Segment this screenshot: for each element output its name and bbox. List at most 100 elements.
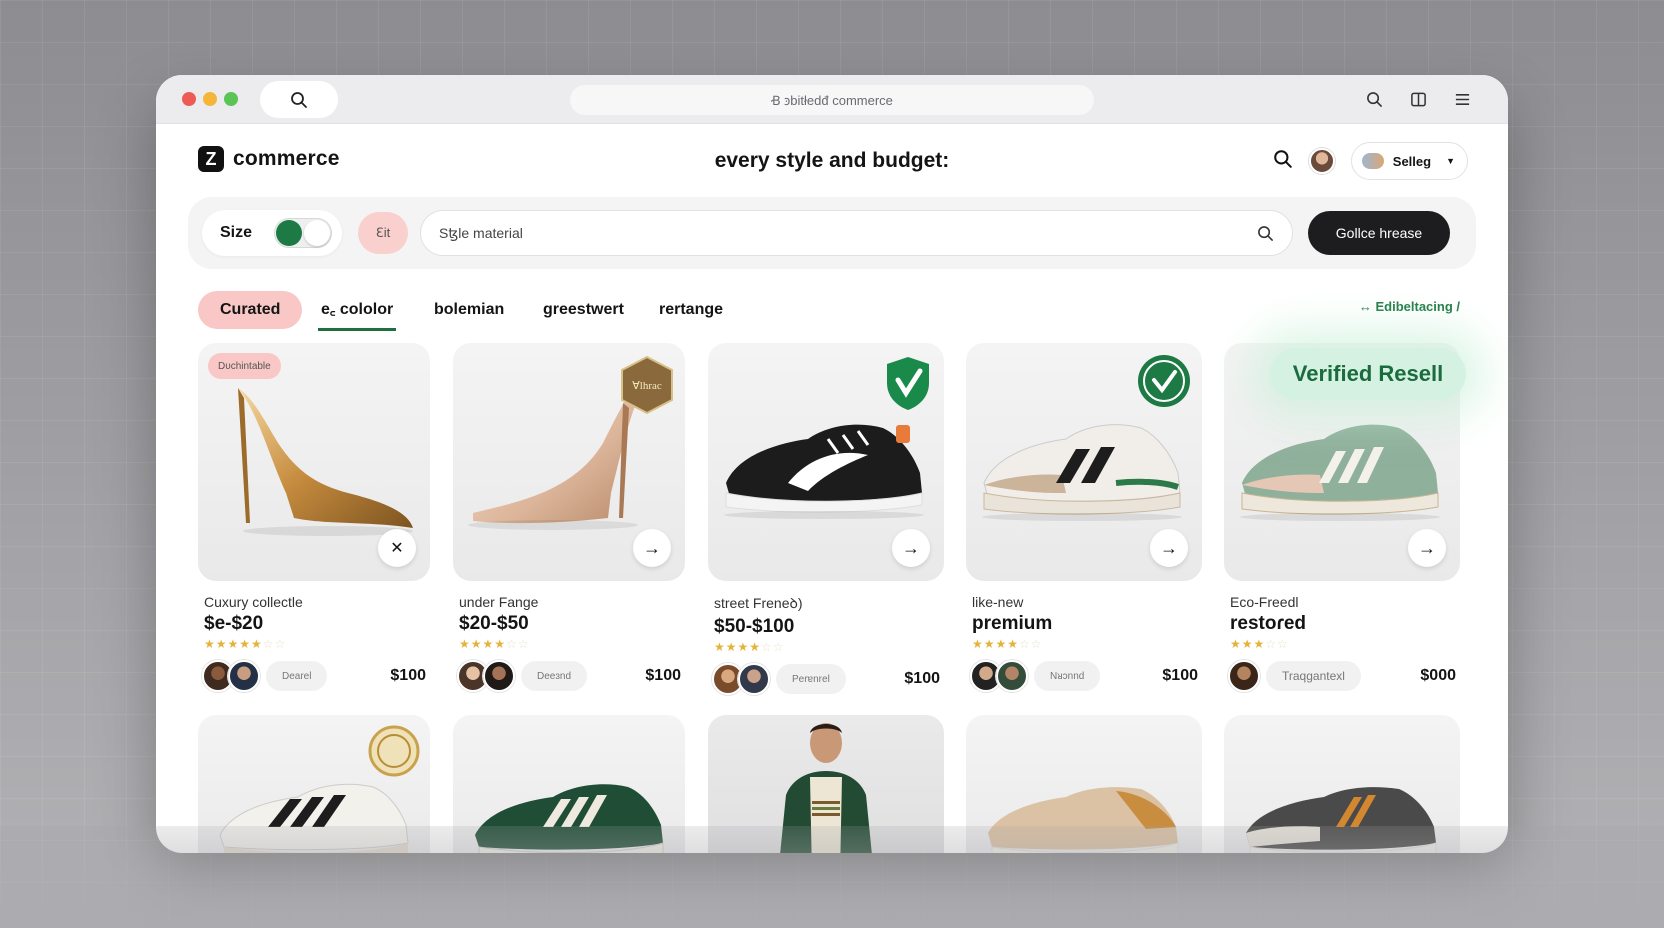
search-icon[interactable] bbox=[1257, 225, 1274, 242]
product-image[interactable] bbox=[198, 715, 430, 853]
search-input[interactable] bbox=[439, 225, 1257, 241]
tab-eco-color[interactable]: e꜀ cololor bbox=[318, 287, 397, 331]
size-label: Size bbox=[220, 224, 253, 241]
menu-icon[interactable] bbox=[1450, 87, 1474, 111]
product-price: $100 bbox=[390, 667, 426, 684]
user-avatar[interactable] bbox=[1308, 148, 1335, 174]
product-image[interactable] bbox=[708, 715, 944, 853]
product-card[interactable]: Dᴜchintable ✕ Cuxury collectle $e-$20 ★★… bbox=[198, 343, 430, 693]
tab-bohemian[interactable]: bolemian bbox=[434, 291, 504, 329]
site-header: Z commerce every style and budget: Selle… bbox=[156, 124, 1508, 196]
collect-button[interactable]: Gollce hrease bbox=[1308, 211, 1450, 255]
product-card[interactable]: Ɐlhrac → under Fange $20-$50 ★★★★☆☆ Deeɜ… bbox=[453, 343, 685, 693]
fit-filter-chip[interactable]: Ꜫit bbox=[358, 212, 408, 254]
product-image[interactable] bbox=[453, 715, 685, 853]
seller-chip[interactable]: Nᴚɔnnd bbox=[1034, 661, 1101, 691]
arrow-right-icon[interactable]: → bbox=[892, 529, 930, 567]
browser-search-button[interactable] bbox=[260, 81, 338, 118]
close-window-button[interactable] bbox=[182, 92, 196, 106]
green-sneaker-image bbox=[475, 784, 664, 853]
product-card[interactable] bbox=[708, 715, 944, 853]
verified-shield-icon bbox=[887, 357, 929, 410]
product-card[interactable] bbox=[966, 715, 1202, 853]
filled-stars: ★★★★★ bbox=[204, 637, 263, 651]
tab-right-link[interactable]: ↔ Edibeltacing / bbox=[1359, 299, 1460, 314]
filled-stars: ★★★★ bbox=[459, 637, 507, 651]
arrow-right-icon[interactable]: → bbox=[1408, 529, 1446, 567]
selling-dropdown[interactable]: Selleg ▼ bbox=[1350, 142, 1468, 180]
brand-badge-icon: Ɐlhrac bbox=[621, 355, 673, 415]
maximize-window-button[interactable] bbox=[224, 92, 238, 106]
product-price-range: restoɾed bbox=[1230, 613, 1307, 634]
close-icon[interactable]: ✕ bbox=[378, 529, 416, 567]
star-rating: ★★★★★☆☆ bbox=[198, 637, 430, 651]
seller-chip[interactable]: Dearel bbox=[266, 661, 328, 691]
search-field[interactable] bbox=[420, 210, 1293, 256]
verified-resell-badge[interactable]: Verified Resell bbox=[1270, 348, 1466, 400]
seller-avatar[interactable] bbox=[1228, 660, 1260, 692]
product-price-range: $e-$20 bbox=[204, 613, 264, 634]
product-image[interactable] bbox=[1224, 715, 1460, 853]
product-card[interactable] bbox=[1224, 715, 1460, 853]
product-card[interactable]: → like-new premium ★★★★☆☆ Nᴚɔnnd $100 bbox=[966, 343, 1202, 693]
product-subtitle: street Freneꝺ) bbox=[714, 595, 803, 611]
empty-stars: ☆☆ bbox=[506, 637, 530, 651]
product-price: $000 bbox=[1420, 667, 1456, 684]
product-subtitle: under Fange bbox=[459, 594, 539, 610]
star-rating: ★★★★☆☆ bbox=[966, 637, 1202, 651]
verified-seal-icon bbox=[1138, 355, 1190, 407]
product-image[interactable]: → bbox=[966, 343, 1202, 581]
seller-avatar[interactable] bbox=[228, 660, 260, 692]
sidebar-icon[interactable] bbox=[1406, 87, 1430, 111]
right-link-label: Edibeltacing / bbox=[1375, 299, 1460, 314]
empty-stars: ☆☆ bbox=[1019, 637, 1043, 651]
seller-chip[interactable]: Deeɜnd bbox=[521, 661, 588, 691]
seller-chip[interactable]: Perɐnrel bbox=[776, 664, 846, 694]
product-image[interactable]: Ɐlhrac → bbox=[453, 343, 685, 581]
search-icon bbox=[291, 91, 307, 108]
tab-curated[interactable]: Curated bbox=[198, 291, 303, 329]
tab-streetwear[interactable]: greestwert bbox=[543, 291, 624, 329]
address-bar[interactable]: Ꞗ ꜿbitłedđ commerce bbox=[570, 85, 1094, 115]
size-toggle[interactable] bbox=[274, 218, 333, 248]
product-price: $100 bbox=[1162, 667, 1198, 684]
search-icon[interactable] bbox=[1273, 149, 1293, 174]
arrow-right-icon[interactable]: → bbox=[633, 529, 671, 567]
star-rating: ★★★★☆☆ bbox=[453, 637, 685, 651]
category-tabs: Curated e꜀ cololor bolemian greestwert r… bbox=[198, 285, 1468, 337]
product-image[interactable]: Dᴜchintable ✕ bbox=[198, 343, 430, 581]
filled-stars: ★★★ bbox=[1230, 637, 1266, 651]
product-card[interactable]: → street Freneꝺ) $50-$100 ★★★★☆☆ Perɐnre… bbox=[708, 343, 944, 696]
seller-chip[interactable]: Traqgantexl bbox=[1266, 661, 1361, 691]
gold-seal-icon bbox=[368, 725, 420, 777]
empty-stars: ☆☆ bbox=[262, 637, 287, 651]
chevron-down-icon: ▼ bbox=[1446, 156, 1455, 166]
fit-label: Ꜫit bbox=[375, 225, 391, 240]
product-subtitle: like-new bbox=[972, 594, 1024, 610]
toggle-off-knob bbox=[304, 220, 331, 246]
selling-label: Selleg bbox=[1392, 153, 1432, 169]
empty-stars: ☆☆ bbox=[761, 640, 785, 654]
product-image[interactable]: → bbox=[708, 343, 944, 581]
toggle-on-knob bbox=[276, 220, 303, 246]
product-card[interactable] bbox=[453, 715, 685, 853]
selling-thumbnail bbox=[1361, 153, 1384, 169]
product-card[interactable] bbox=[198, 715, 430, 853]
product-image[interactable] bbox=[966, 715, 1202, 853]
seller-avatar[interactable] bbox=[996, 660, 1028, 692]
product-price: $100 bbox=[645, 667, 681, 684]
tab-vintage[interactable]: rertange bbox=[659, 291, 723, 329]
minimize-window-button[interactable] bbox=[203, 92, 217, 106]
arrow-icon: ↔ bbox=[1358, 299, 1376, 314]
model-photo bbox=[780, 723, 872, 853]
browser-titlebar: Ꞗ ꜿbitłedđ commerce bbox=[156, 75, 1508, 124]
star-rating: ★★★★☆☆ bbox=[708, 640, 944, 654]
star-rating: ★★★☆☆ bbox=[1224, 637, 1460, 651]
arrow-right-icon[interactable]: → bbox=[1150, 529, 1188, 567]
seller-avatar[interactable] bbox=[483, 660, 515, 692]
size-filter[interactable]: Size bbox=[202, 210, 342, 256]
address-text: Ꞗ ꜿbitłedđ commerce bbox=[771, 93, 893, 108]
search-icon[interactable] bbox=[1362, 87, 1386, 111]
product-price-range: $20-$50 bbox=[459, 613, 529, 634]
seller-avatar[interactable] bbox=[738, 663, 770, 695]
